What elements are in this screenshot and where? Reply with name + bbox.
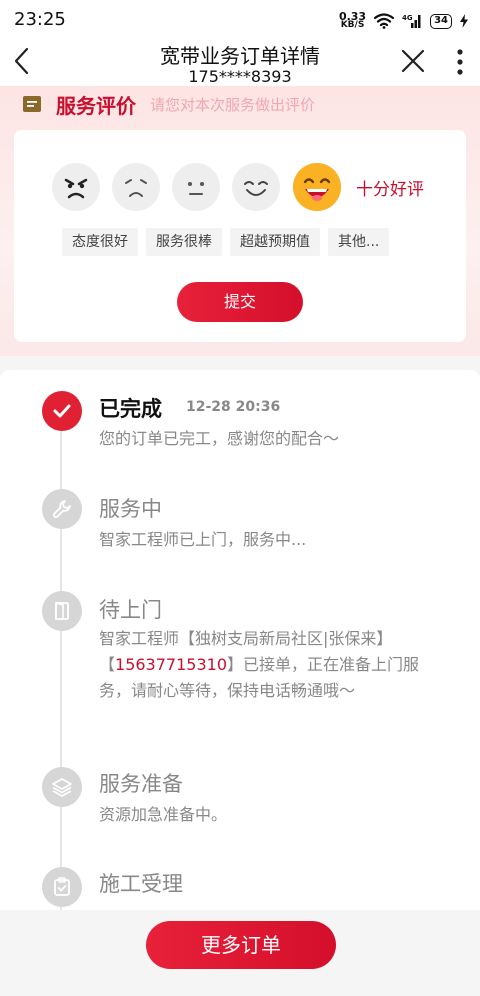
step-title: 施工受理: [99, 872, 183, 896]
step-title: 待上门: [99, 598, 162, 622]
sad-face-icon[interactable]: [112, 163, 160, 211]
battery-indicator: 34: [430, 13, 452, 29]
rating-faces: 十分好评: [52, 162, 424, 212]
tag-other[interactable]: 其他...: [328, 228, 390, 256]
tag-attitude[interactable]: 态度很好: [62, 228, 138, 256]
layers-icon: [42, 767, 82, 807]
timeline-line: [60, 410, 62, 910]
nav-bar: 宽带业务订单详情 175****8393: [0, 40, 480, 86]
neutral-face-icon[interactable]: [172, 163, 220, 211]
order-timeline: 已完成 12-28 20:36 您的订单已完工，感谢您的配合～ 服务中 智家工程…: [0, 370, 480, 910]
step-time: 12-28 20:36: [186, 399, 281, 415]
rating-header: 服务评价 请您对本次服务做出评价: [22, 90, 315, 119]
status-time: 23:25: [14, 9, 66, 30]
step-desc: 智家工程师已上门，服务中...: [99, 530, 307, 549]
door-icon: [42, 591, 82, 631]
wrench-icon: [42, 489, 82, 529]
comment-icon: [23, 95, 41, 112]
svg-text:4G: 4G: [402, 14, 413, 22]
clipboard-check-icon: [42, 867, 82, 907]
rating-hint: 请您对本次服务做出评价: [150, 96, 316, 114]
rating-tags: 态度很好 服务很棒 超越预期值 其他...: [62, 228, 390, 256]
close-icon[interactable]: [400, 48, 426, 74]
step-title: 已完成: [99, 397, 162, 421]
tag-exceed[interactable]: 超越预期值: [230, 228, 320, 256]
rating-selected-label: 十分好评: [356, 179, 424, 200]
check-icon: [42, 391, 82, 431]
status-icons: 0.33 KB/S 4G 34: [339, 10, 468, 32]
wifi-icon: [374, 13, 395, 29]
step-desc: 智家工程师【独树支局新局社区|张保来】【15637715310】已接单，正在准备…: [99, 629, 420, 700]
step-title: 服务准备: [99, 772, 183, 796]
angry-face-icon[interactable]: [52, 163, 100, 211]
grin-face-icon[interactable]: [292, 162, 342, 212]
service-rating-section: 服务评价 请您对本次服务做出评价 十分好评 态度很好 服务很棒 超越预期值 其他…: [0, 86, 480, 356]
charging-icon: [460, 14, 468, 28]
signal-icon: 4G: [402, 14, 421, 28]
step-title: 服务中: [99, 497, 162, 521]
tag-service[interactable]: 服务很棒: [146, 228, 222, 256]
status-bar: 23:25 0.33 KB/S 4G 34: [0, 0, 480, 40]
network-speed: 0.33 KB/S: [338, 10, 367, 30]
engineer-phone-link[interactable]: 15637715310: [115, 655, 227, 674]
rating-title: 服务评价: [56, 94, 136, 118]
bottom-bar: 更多订单: [0, 910, 480, 996]
submit-button[interactable]: 提交: [177, 282, 303, 322]
smile-face-icon[interactable]: [232, 163, 280, 211]
rating-card: 十分好评 态度很好 服务很棒 超越预期值 其他... 提交: [14, 130, 466, 342]
more-icon[interactable]: [456, 49, 464, 75]
step-desc: 资源加急准备中。: [99, 805, 228, 824]
step-desc: 您的订单已完工，感谢您的配合～: [99, 429, 340, 448]
more-orders-button[interactable]: 更多订单: [146, 921, 336, 969]
